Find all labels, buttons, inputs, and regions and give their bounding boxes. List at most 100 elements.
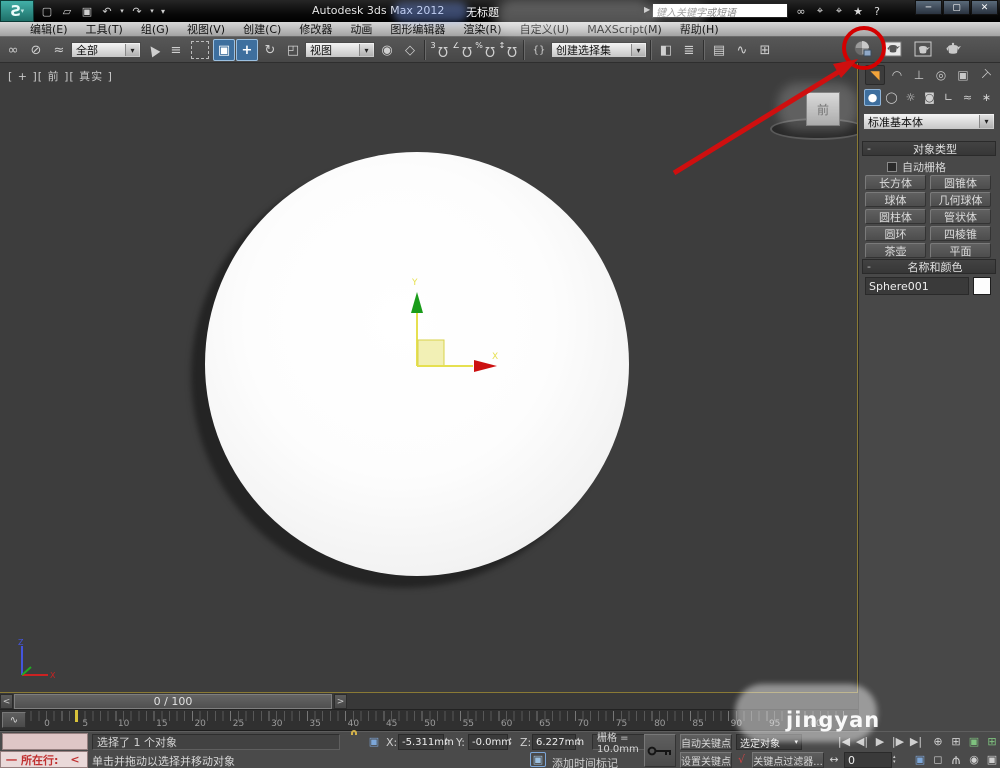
time-slider-track[interactable]: < 0 / 100 > [0,693,858,710]
y-coordinate-field[interactable]: -0.0mm [468,734,511,750]
dropdown-arrow-icon[interactable]: ▾ [125,44,139,56]
tab-create-icon[interactable]: ◥ [865,65,885,85]
set-key-button[interactable]: 设置关键点 [680,752,732,768]
object-type-button-cylinder[interactable]: 圆柱体 [865,209,926,224]
y-spinner[interactable]: ▴ ▾ [509,734,518,750]
time-slider-handle[interactable]: 0 / 100 [14,694,332,709]
isolate-selection-toggle-icon[interactable]: ▣ [530,752,546,767]
go-to-end-icon[interactable]: ▶| [908,734,924,749]
object-type-button-plane[interactable]: 平面 [930,243,991,258]
collapse-icon[interactable]: - [863,260,875,273]
edit-named-selection-sets-icon[interactable]: {} [528,39,550,61]
communication-center-icon[interactable]: ⌖ [831,3,847,19]
maximize-button[interactable]: ▢ [943,0,970,15]
category-lights-icon[interactable]: ☼ [902,89,919,106]
minimize-button[interactable]: ─ [915,0,942,15]
play-animation-icon[interactable]: ▶ [872,734,888,749]
collapse-icon[interactable]: - [863,142,875,155]
qat-customize-icon[interactable]: ▾ [158,2,168,20]
name-color-rollout-header[interactable]: - 名称和颜色 [862,259,996,274]
angle-snap-toggle-icon[interactable]: ∠ Ω [452,39,474,61]
snaps-toggle-icon[interactable]: 3Ω [429,39,451,61]
render-setup-icon[interactable] [881,38,905,60]
next-key-icon[interactable]: |▶ [890,734,906,749]
front-viewport[interactable]: [ + ][ 前 ][ 真实 ] 前 Y X Z X [0,63,858,693]
object-type-button-tube[interactable]: 管状体 [930,209,991,224]
object-type-button-cone[interactable]: 圆锥体 [930,175,991,190]
dropdown-arrow-icon[interactable]: ▾ [359,44,373,56]
select-and-scale-icon[interactable]: ◰ [282,39,304,61]
dropdown-arrow-icon[interactable]: ▾ [631,44,645,56]
infocenter-flyout-icon[interactable]: ▶ [644,5,650,14]
menu-modifiers[interactable]: 修改器 [299,21,332,37]
track-bar[interactable]: ∿ 0 5 10 15 20 25 30 35 40 45 50 55 60 65 70 75 80 85 90 95… [0,710,858,731]
menu-edit[interactable]: 编辑(E) [30,21,68,37]
align-icon[interactable]: ≣ [678,39,700,61]
object-type-button-pyramid[interactable]: 四棱锥 [930,226,991,241]
primitive-category-dropdown[interactable]: 标准基本体 ▾ [863,113,995,130]
select-and-rotate-icon[interactable]: ↻ [259,39,281,61]
window-crossing-toggle-icon[interactable]: ▣ [213,39,235,61]
select-by-name-icon[interactable]: ≡ [165,39,187,61]
object-type-button-geosphere[interactable]: 几何球体 [930,192,991,207]
layer-manager-icon[interactable]: ▤ [708,39,730,61]
redo-flyout-icon[interactable]: ▾ [148,2,156,20]
menu-animation[interactable]: 动画 [350,21,372,37]
frame-spinner[interactable]: ▴ ▾ [893,752,902,768]
select-object-icon[interactable]: ▲ [138,38,169,62]
mirror-icon[interactable]: ◧ [655,39,677,61]
absolute-mode-icon[interactable]: ▣ [366,734,382,749]
category-cameras-icon[interactable]: ◙ [921,89,938,106]
orbit-icon[interactable]: ◉ [966,752,982,767]
new-file-icon[interactable]: ▢ [38,2,56,20]
rectangular-selection-region-icon[interactable] [191,41,209,59]
render-production-icon[interactable] [941,38,965,60]
object-type-button-box[interactable]: 长方体 [865,175,926,190]
open-mini-curve-editor-icon[interactable]: ∿ [2,712,26,728]
tab-utilities-icon[interactable]: ⊤ [971,61,999,89]
menu-views[interactable]: 视图(V) [187,21,225,37]
material-editor-icon[interactable] [851,38,875,60]
open-file-icon[interactable]: ▱ [58,2,76,20]
menu-customize[interactable]: 自定义(U) [520,21,570,37]
menu-group[interactable]: 组(G) [141,21,169,37]
app-logo-button[interactable]: ◥S▾ [0,0,34,22]
keying-mode-dropdown[interactable]: 选定对象 ▾ [736,734,802,750]
category-space-warps-icon[interactable]: ≈ [959,89,976,106]
favorites-star-icon[interactable]: ★ [850,3,866,19]
object-name-field[interactable]: Sphere001 [865,277,969,295]
zoom-extents-selected-icon[interactable]: ▣ [912,752,928,767]
zoom-extents-icon[interactable]: ▣ [966,734,982,749]
category-systems-icon[interactable]: ∗ [978,89,995,106]
menu-rendering[interactable]: 渲染(R) [463,21,501,37]
category-shapes-icon[interactable]: ◯ [883,89,900,106]
pan-hand-icon[interactable]: Ψ [948,752,964,767]
key-mode-toggle-icon[interactable]: ↔ [826,752,842,767]
maxscript-mini-listener[interactable] [2,733,88,750]
maxscript-listener-line[interactable]: 一 所在行: < [0,751,88,768]
tab-motion-icon[interactable]: ◎ [931,65,951,85]
current-frame-field[interactable]: 0 [844,752,892,768]
subscription-icon[interactable]: ⌖ [812,3,828,19]
tab-modify-icon[interactable]: ◠ [887,65,907,85]
help-icon[interactable]: ? [869,3,885,19]
select-and-manipulate-icon[interactable]: ◇ [399,39,421,61]
menu-graph-editors[interactable]: 图形编辑器 [390,21,445,37]
maximize-viewport-toggle-icon[interactable]: ▣ [984,752,1000,767]
object-type-rollout-header[interactable]: - 对象类型 [862,141,996,156]
previous-key-icon[interactable]: ◀| [854,734,870,749]
select-and-move-icon[interactable]: + [236,39,258,61]
undo-icon[interactable]: ↶ [98,2,116,20]
reference-coordinate-system-dropdown[interactable]: 视图 ▾ [305,42,375,58]
set-keys-button[interactable] [644,734,676,767]
zoom-all-icon[interactable]: ⊞ [948,734,964,749]
auto-key-button[interactable]: 自动关键点 [680,734,732,750]
key-filters-button[interactable]: 关键点过滤器... [752,752,824,768]
save-file-icon[interactable]: ▣ [78,2,96,20]
category-geometry-icon[interactable]: ● [864,89,881,106]
curve-editor-icon[interactable]: ∿ [731,39,753,61]
key-filter-curve-icon[interactable]: √ [738,753,745,766]
zoom-extents-all-icon[interactable]: ⊞ [984,734,1000,749]
search-input[interactable]: 键入关键字或短语 [652,3,788,19]
selection-filter-dropdown[interactable]: 全部 ▾ [71,42,141,58]
